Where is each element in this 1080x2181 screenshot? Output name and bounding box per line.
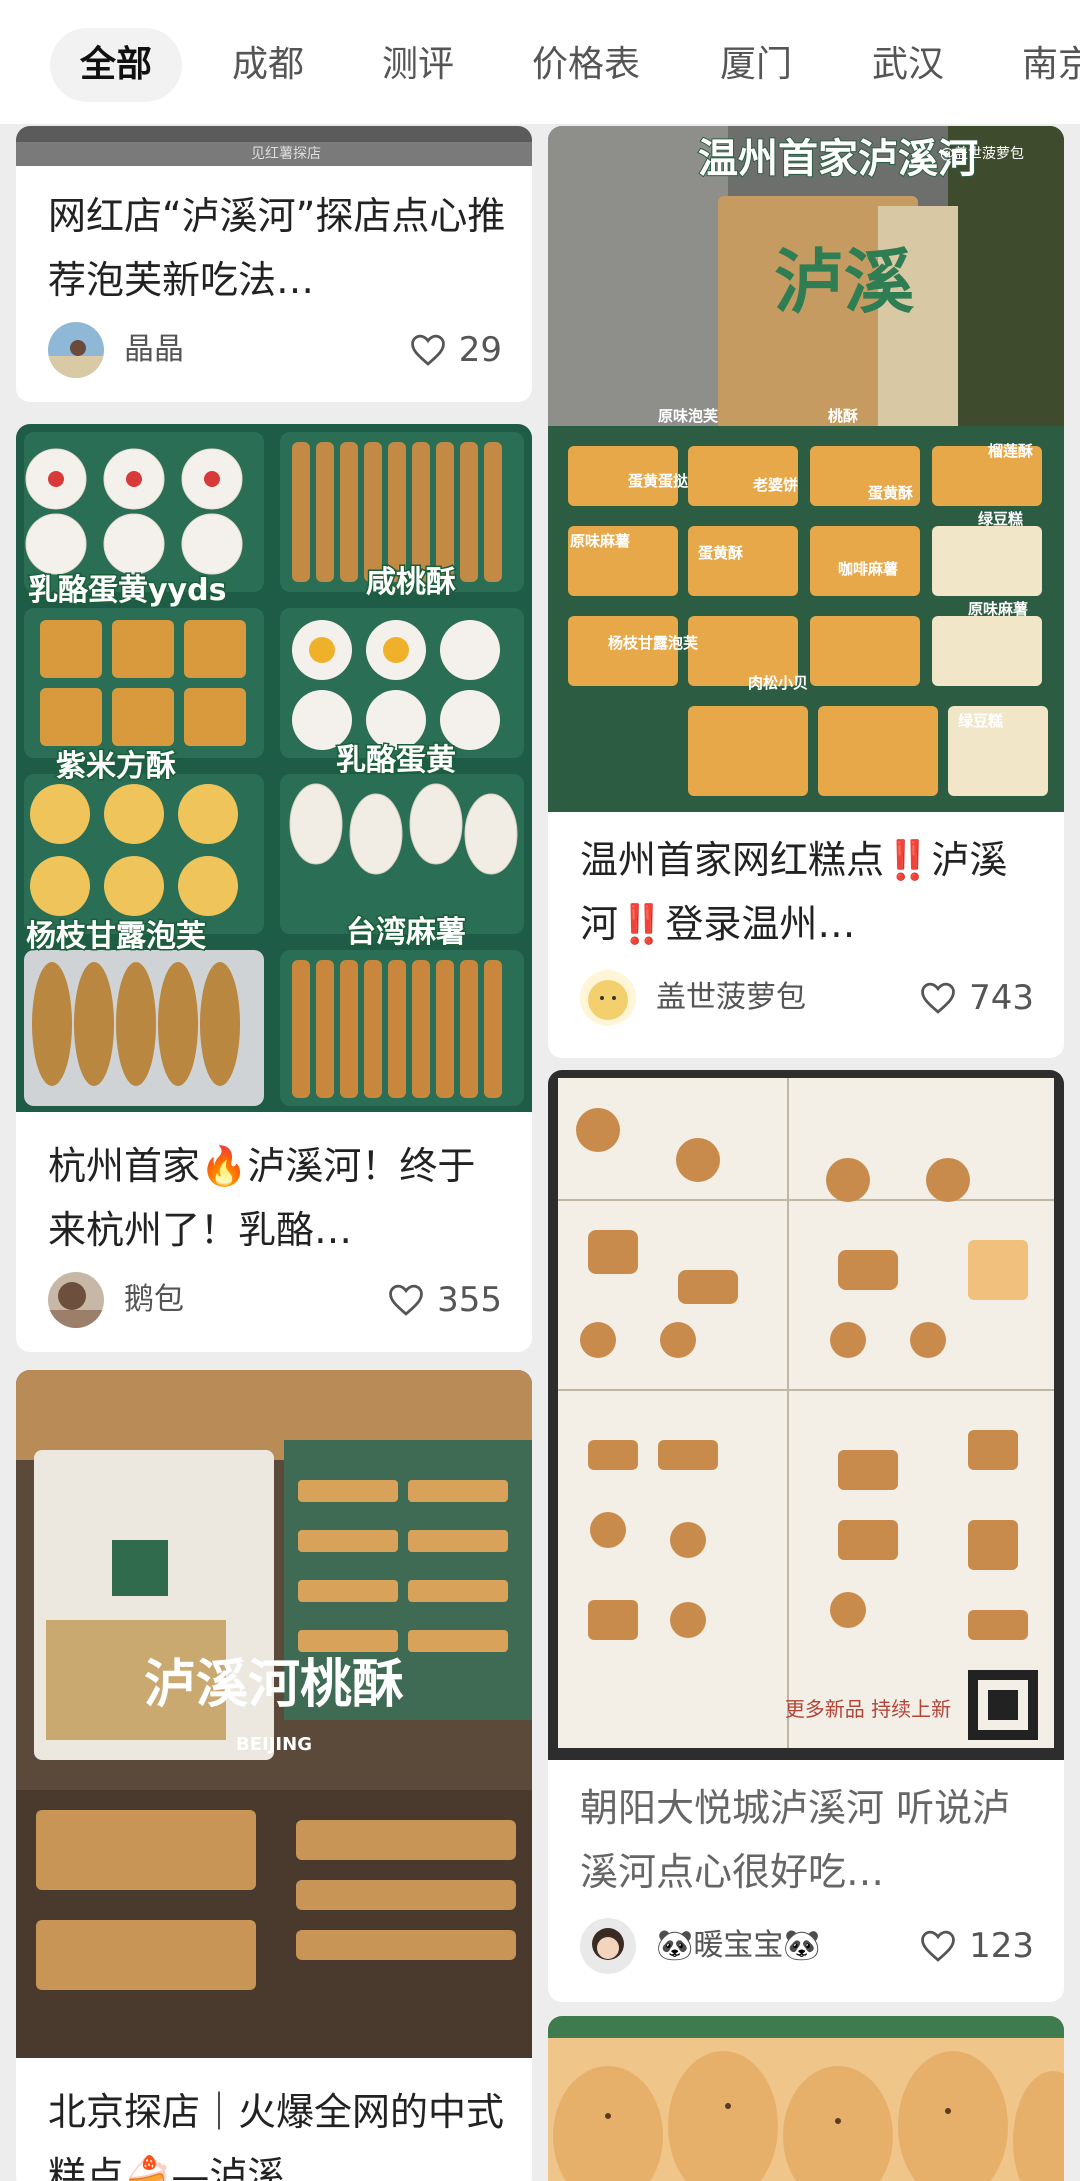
like-button[interactable]: 123 (919, 1916, 1034, 1976)
note-cover-image[interactable]: 乳酪蛋黄yyds 咸桃酥 紫米方酥 乳酪蛋黄 杨枝甘露泡芙 台湾麻薯 (16, 424, 532, 1112)
note-title[interactable]: 北京探店｜火爆全网的中式糕点🍰—泸溪… (48, 2080, 508, 2181)
like-count: 355 (437, 1280, 502, 1320)
category-tabs: 全部 成都 测评 价格表 厦门 武汉 南京 (0, 0, 1080, 124)
avatar[interactable] (580, 970, 636, 1026)
note-title[interactable]: 杭州首家🔥泸溪河！终于来杭州了！乳酪… (48, 1134, 508, 1262)
author-name[interactable]: 🐼暖宝宝🐼 (656, 1916, 821, 1976)
note-title[interactable]: 网红店“泸溪河”探店点心推荐泡芙新吃法… (48, 184, 508, 312)
image-label: 肉松小贝 (748, 674, 808, 692)
heart-icon (389, 1284, 423, 1316)
image-label: 咖啡麻薯 (838, 560, 898, 578)
note-title[interactable]: 朝阳大悦城泸溪河 听说泸溪河点心很好吃… (580, 1776, 1040, 1904)
image-subcaption: BEIJING (236, 1734, 312, 1755)
image-caption: 泸溪河桃酥 (144, 1655, 404, 1715)
avatar[interactable] (48, 322, 104, 378)
image-label: 蛋黄酥 (698, 544, 743, 562)
image-label: 桃酥 (828, 407, 858, 425)
image-label: 老婆饼 (752, 476, 798, 494)
avatar[interactable] (580, 1918, 636, 1974)
image-label: 杨枝甘露泡芙 (608, 634, 699, 652)
like-count: 29 (458, 330, 502, 370)
note-cover-image[interactable] (548, 2016, 1064, 2181)
image-label: 杨枝甘露泡芙 (26, 919, 207, 954)
note-card[interactable]: 泸溪 温州首家泸溪河 @盖世菠萝包 原味泡芙 桃酥 蛋黄蛋挞 老婆饼 蛋黄酥 榴… (548, 126, 1064, 1058)
heart-icon (410, 334, 445, 366)
image-label: 原味麻薯 (570, 532, 630, 550)
like-button[interactable]: 743 (919, 968, 1034, 1028)
heart-icon (921, 982, 955, 1014)
author-name[interactable]: 盖世菠萝包 (656, 968, 806, 1028)
tab-chengdu[interactable]: 成都 (232, 28, 304, 102)
tab-xiamen[interactable]: 厦门 (720, 28, 792, 102)
note-meta: 🐼暖宝宝🐼 123 (580, 1916, 1034, 1976)
note-cover-image[interactable]: 见红薯探店 (16, 126, 532, 166)
like-count: 743 (969, 978, 1034, 1018)
image-watermark: @盖世菠萝包 (940, 146, 1024, 162)
note-meta: 晶晶 29 (48, 320, 502, 380)
tab-all[interactable]: 全部 (50, 28, 183, 102)
like-button[interactable]: 29 (409, 320, 502, 380)
tab-price-list[interactable]: 价格表 (532, 28, 640, 102)
note-cover-image[interactable]: 泸溪 温州首家泸溪河 @盖世菠萝包 原味泡芙 桃酥 蛋黄蛋挞 老婆饼 蛋黄酥 榴… (548, 126, 1064, 812)
image-label: 乳酪蛋黄 (336, 743, 456, 778)
image-label: 紫米方酥 (56, 749, 176, 784)
author-name[interactable]: 鹅包 (124, 1270, 184, 1330)
image-label: 榴莲酥 (988, 442, 1033, 460)
note-title[interactable]: 温州首家网红糕点‼️泸溪河‼️登录温州… (580, 828, 1040, 956)
image-label: 咸桃酥 (366, 565, 456, 600)
tab-review[interactable]: 测评 (382, 28, 454, 102)
note-card[interactable]: 泸溪河桃酥 BEIJING 北京探店｜火爆全网的中式糕点🍰—泸溪… (16, 1370, 532, 2181)
like-button[interactable]: 355 (387, 1270, 502, 1330)
note-cover-image[interactable]: 更多新品 持续上新 (548, 1070, 1064, 1760)
image-label: 绿豆糕 (978, 510, 1023, 528)
like-count: 123 (969, 1926, 1034, 1966)
image-watermark: 见红薯探店 (251, 146, 321, 162)
image-caption: 更多新品 持续上新 (785, 1697, 951, 1721)
author-name[interactable]: 晶晶 (124, 320, 184, 380)
note-meta: 鹅包 355 (48, 1270, 502, 1330)
note-card[interactable] (548, 2016, 1064, 2181)
avatar[interactable] (48, 1272, 104, 1328)
tab-wuhan[interactable]: 武汉 (872, 28, 944, 102)
note-meta: 盖世菠萝包 743 (580, 968, 1034, 1028)
feed-page: 全部 成都 测评 价格表 厦门 武汉 南京 见红薯探店 网红店“泸溪河”探店点心… (0, 0, 1080, 2181)
bag-text: 泸溪 (774, 241, 915, 323)
note-card[interactable]: 见红薯探店 网红店“泸溪河”探店点心推荐泡芙新吃法… 晶晶 29 (16, 126, 532, 402)
heart-icon (921, 1930, 955, 1962)
image-caption: 温州首家泸溪河 (698, 136, 978, 182)
note-card[interactable]: 乳酪蛋黄yyds 咸桃酥 紫米方酥 乳酪蛋黄 杨枝甘露泡芙 台湾麻薯 杭州首家🔥… (16, 424, 532, 1352)
image-label: 蛋黄酥 (868, 484, 913, 502)
image-label: 乳酪蛋黄yyds (28, 573, 226, 608)
tab-nanjing[interactable]: 南京 (1022, 28, 1080, 102)
image-label: 原味泡芙 (658, 407, 719, 425)
note-card[interactable]: 更多新品 持续上新 朝阳大悦城泸溪河 听说泸溪河点心很好吃… 🐼暖宝宝🐼 123 (548, 1070, 1064, 2002)
image-label: 蛋黄蛋挞 (628, 472, 689, 490)
image-label: 绿豆糕 (958, 712, 1003, 730)
note-cover-image[interactable]: 泸溪河桃酥 BEIJING (16, 1370, 532, 2058)
image-label: 台湾麻薯 (346, 915, 466, 950)
image-label: 原味麻薯 (968, 600, 1028, 618)
